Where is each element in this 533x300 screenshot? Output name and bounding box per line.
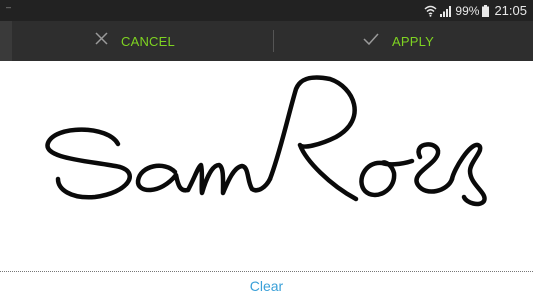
action-divider — [273, 30, 274, 52]
cancel-label: CANCEL — [121, 33, 175, 49]
wifi-icon — [424, 5, 437, 17]
cancel-button[interactable]: CANCEL — [95, 21, 175, 61]
signature-stroke — [45, 75, 487, 207]
status-icons: 99% 21:05 — [424, 3, 527, 18]
apply-button[interactable]: APPLY — [363, 21, 434, 61]
close-icon — [95, 32, 108, 50]
notification-indicator: – — [6, 2, 12, 12]
signature-canvas[interactable] — [0, 61, 533, 270]
signature-line — [0, 271, 533, 272]
clock: 21:05 — [494, 3, 527, 18]
apply-label: APPLY — [392, 33, 434, 49]
battery-percent: 99% — [455, 3, 480, 18]
clear-button[interactable]: Clear — [0, 278, 533, 294]
signal-icon — [440, 5, 452, 17]
battery-icon — [482, 4, 490, 17]
status-bar: – 99% 21:05 — [0, 0, 533, 21]
action-bar-edge — [0, 21, 12, 61]
check-icon — [363, 32, 379, 50]
action-bar: CANCEL APPLY — [0, 21, 533, 61]
